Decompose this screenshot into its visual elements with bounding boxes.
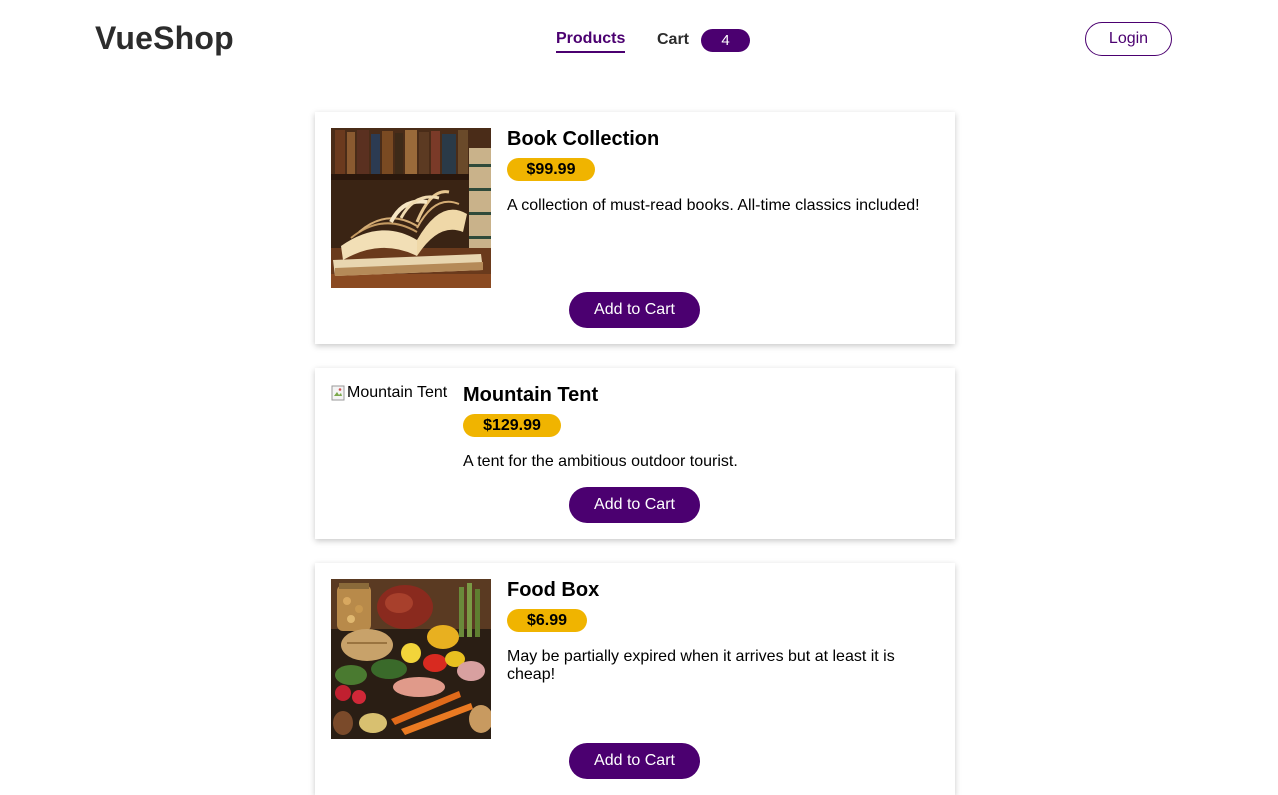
nav-products-link[interactable]: Products: [556, 30, 626, 53]
product-price-badge: $6.99: [507, 609, 587, 632]
nav-cart-label: Cart: [657, 31, 690, 48]
product-name: Book Collection: [507, 128, 660, 150]
broken-image-icon: [331, 385, 345, 401]
product-card-mountain-tent: Mountain Tent Mountain Tent $129.99 A te…: [315, 368, 955, 539]
product-name: Mountain Tent: [463, 384, 599, 406]
books-photo: [331, 128, 491, 288]
cart-count-badge: 4: [701, 28, 751, 52]
product-description: May be partially expired when it arrives…: [507, 648, 895, 683]
add-to-cart-button[interactable]: Add to Cart: [569, 292, 700, 328]
site-header: VueShop Products Cart 4 Login: [0, 0, 1278, 80]
product-image-food: [331, 579, 491, 739]
product-card-food-box: Food Box $6.99 May be partially expired …: [315, 563, 955, 795]
product-description: A tent for the ambitious outdoor tourist…: [463, 453, 738, 470]
login-button[interactable]: Login: [1085, 22, 1172, 56]
product-image-books: [331, 128, 491, 288]
product-price-badge: $129.99: [463, 414, 561, 437]
food-photo: [331, 579, 491, 739]
add-to-cart-button[interactable]: Add to Cart: [569, 487, 700, 523]
image-alt-text: Mountain Tent: [347, 384, 448, 401]
site-logo[interactable]: VueShop: [95, 20, 234, 57]
product-image-tent-broken: Mountain Tent: [331, 384, 447, 402]
product-price-badge: $99.99: [507, 158, 595, 181]
product-description: A collection of must-read books. All-tim…: [507, 197, 920, 214]
add-to-cart-button[interactable]: Add to Cart: [569, 743, 700, 779]
nav-cart-link[interactable]: Cart 4: [657, 28, 751, 52]
product-name: Food Box: [507, 579, 600, 601]
product-card-book-collection: Book Collection $99.99 A collection of m…: [315, 112, 955, 344]
